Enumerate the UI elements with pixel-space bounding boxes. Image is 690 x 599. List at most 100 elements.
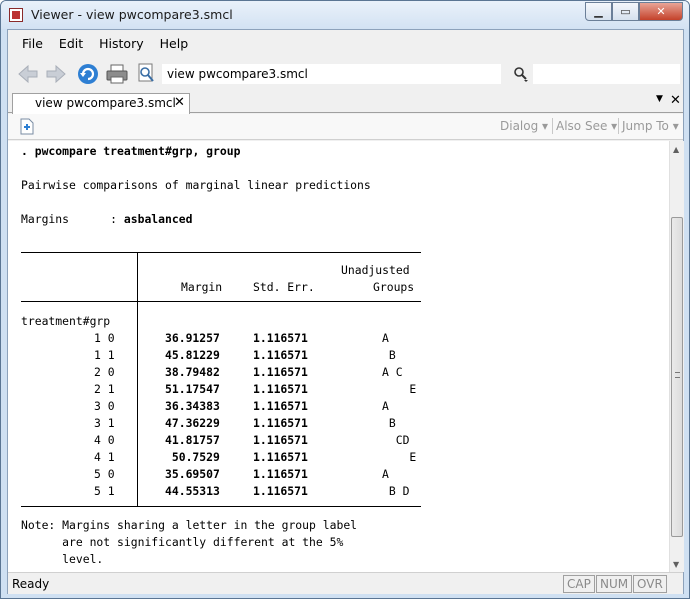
num-lock-indicator: NUM bbox=[596, 575, 633, 593]
viewer-window: Viewer - view pwcompare3.smcl ▁ ▭ ✕ File… bbox=[0, 0, 690, 599]
row-label: 4 1 bbox=[94, 450, 115, 464]
output-heading: Pairwise comparisons of marginal linear … bbox=[21, 178, 371, 192]
note-line-1: Note: Margins sharing a letter in the gr… bbox=[21, 518, 358, 532]
back-arrow-icon[interactable] bbox=[16, 62, 40, 86]
menu-bar: File Edit History Help bbox=[8, 30, 683, 57]
vertical-scrollbar[interactable]: ▲ ▼ bbox=[669, 141, 684, 572]
row-label: 3 1 bbox=[94, 416, 115, 430]
row-margin-value: 50.7529 bbox=[165, 450, 220, 464]
row-label: 2 0 bbox=[94, 365, 115, 379]
note-line-2: are not significantly different at the 5… bbox=[21, 535, 344, 549]
maximize-button[interactable]: ▭ bbox=[612, 2, 639, 21]
margins-value: asbalanced bbox=[123, 212, 193, 226]
output-pane[interactable]: . pwcompare treatment#grp, group Pairwis… bbox=[8, 141, 669, 572]
tab-bar: view pwcompare3.smcl ✕ ▼ ✕ bbox=[8, 91, 683, 114]
caps-lock-indicator: CAP bbox=[563, 575, 595, 593]
row-stderr-value: 1.116571 bbox=[253, 382, 308, 396]
row-stderr-value: 1.116571 bbox=[253, 365, 308, 379]
row-label: 4 0 bbox=[94, 433, 115, 447]
row-stderr-value: 1.116571 bbox=[253, 450, 308, 464]
search-icon[interactable] bbox=[513, 66, 529, 82]
row-group-label: treatment#grp bbox=[21, 314, 111, 328]
row-groups-value: B D bbox=[382, 484, 410, 498]
row-margin-value: 45.81229 bbox=[165, 348, 220, 362]
row-groups-value: B bbox=[382, 416, 396, 430]
table-bottom-rule bbox=[21, 506, 421, 507]
row-label: 1 0 bbox=[94, 331, 115, 345]
row-margin-value: 47.36229 bbox=[165, 416, 220, 430]
row-groups-value: A bbox=[382, 399, 389, 413]
row-stderr-value: 1.116571 bbox=[253, 348, 308, 362]
forward-arrow-icon[interactable] bbox=[44, 62, 68, 86]
overwrite-indicator: OVR bbox=[633, 575, 667, 593]
row-groups-value: A C bbox=[382, 365, 403, 379]
window-controls: ▁ ▭ ✕ bbox=[585, 2, 683, 21]
row-label: 2 1 bbox=[94, 382, 115, 396]
dialog-button[interactable]: Dialog ▾ bbox=[500, 119, 548, 133]
note-line-3: level. bbox=[21, 552, 104, 566]
also-see-button[interactable]: Also See ▾ bbox=[556, 119, 617, 133]
row-groups-value: B bbox=[382, 348, 396, 362]
row-margin-value: 36.91257 bbox=[165, 331, 220, 345]
col-header-margin: Margin bbox=[181, 280, 223, 294]
close-window-button[interactable]: ✕ bbox=[639, 2, 683, 21]
jump-to-button[interactable]: Jump To ▾ bbox=[622, 119, 679, 133]
toolbar-separator bbox=[618, 118, 619, 134]
col-header-stderr: Std. Err. bbox=[253, 280, 315, 294]
window-title: Viewer - view pwcompare3.smcl bbox=[31, 7, 233, 22]
row-groups-value: E bbox=[382, 382, 417, 396]
row-stderr-value: 1.116571 bbox=[253, 433, 308, 447]
print-icon[interactable] bbox=[105, 62, 129, 86]
minimize-button[interactable]: ▁ bbox=[585, 2, 612, 21]
tab-close-icon[interactable]: ✕ bbox=[174, 95, 185, 110]
row-groups-value: CD bbox=[382, 433, 410, 447]
tab-view-pwcompare3[interactable]: view pwcompare3.smcl ✕ bbox=[12, 93, 190, 114]
row-label: 1 1 bbox=[94, 348, 115, 362]
row-groups-value: E bbox=[382, 450, 417, 464]
row-groups-value: A bbox=[382, 331, 389, 345]
row-stderr-value: 1.116571 bbox=[253, 399, 308, 413]
row-stderr-value: 1.116571 bbox=[253, 467, 308, 481]
row-margin-value: 41.81757 bbox=[165, 433, 220, 447]
viewer-toolbar: Dialog ▾ Also See ▾ Jump To ▾ bbox=[8, 114, 683, 140]
close-tab-icon[interactable]: ✕ bbox=[670, 93, 681, 108]
grip-icon bbox=[675, 372, 680, 378]
row-stderr-value: 1.116571 bbox=[253, 484, 308, 498]
row-margin-value: 35.69507 bbox=[165, 467, 220, 481]
refresh-icon[interactable] bbox=[76, 62, 100, 86]
command-url-input[interactable]: view pwcompare3.smcl bbox=[162, 64, 501, 84]
search-input[interactable] bbox=[533, 64, 680, 84]
scroll-down-arrow-icon[interactable]: ▼ bbox=[673, 560, 679, 569]
title-bar[interactable]: Viewer - view pwcompare3.smcl ▁ ▭ ✕ bbox=[1, 1, 689, 29]
find-document-icon[interactable] bbox=[135, 62, 159, 86]
col-header-unadjusted: Unadjusted bbox=[341, 263, 410, 277]
row-stderr-value: 1.116571 bbox=[253, 331, 308, 345]
scroll-thumb[interactable] bbox=[671, 217, 683, 537]
menu-history[interactable]: History bbox=[91, 36, 151, 51]
toolbar-separator bbox=[552, 118, 553, 134]
tab-list-dropdown-icon[interactable]: ▼ bbox=[656, 94, 663, 104]
table-top-rule bbox=[21, 252, 421, 253]
command-line: . pwcompare treatment#grp, group bbox=[21, 144, 241, 158]
main-toolbar: view pwcompare3.smcl bbox=[8, 57, 683, 91]
table-header-rule bbox=[21, 301, 421, 302]
menu-help[interactable]: Help bbox=[152, 36, 197, 51]
row-label: 5 0 bbox=[94, 467, 115, 481]
client-area: File Edit History Help view pwcompare3.s… bbox=[7, 29, 684, 594]
tab-label: view pwcompare3.smcl bbox=[35, 96, 176, 110]
stata-app-icon[interactable] bbox=[9, 8, 23, 22]
row-label: 3 0 bbox=[94, 399, 115, 413]
scroll-up-arrow-icon[interactable]: ▲ bbox=[673, 145, 679, 154]
margins-line: Margins : asbalanced bbox=[21, 211, 192, 228]
status-bar: Ready CAP NUM OVR bbox=[8, 572, 683, 594]
col-header-groups: Groups bbox=[373, 280, 415, 294]
table-divider bbox=[137, 252, 138, 506]
row-margin-value: 36.34383 bbox=[165, 399, 220, 413]
row-label: 5 1 bbox=[94, 484, 115, 498]
menu-edit[interactable]: Edit bbox=[51, 36, 91, 51]
row-margin-value: 38.79482 bbox=[165, 365, 220, 379]
new-viewer-icon[interactable] bbox=[19, 118, 35, 135]
menu-file[interactable]: File bbox=[14, 36, 51, 51]
row-groups-value: A bbox=[382, 467, 389, 481]
status-text: Ready bbox=[12, 577, 50, 591]
